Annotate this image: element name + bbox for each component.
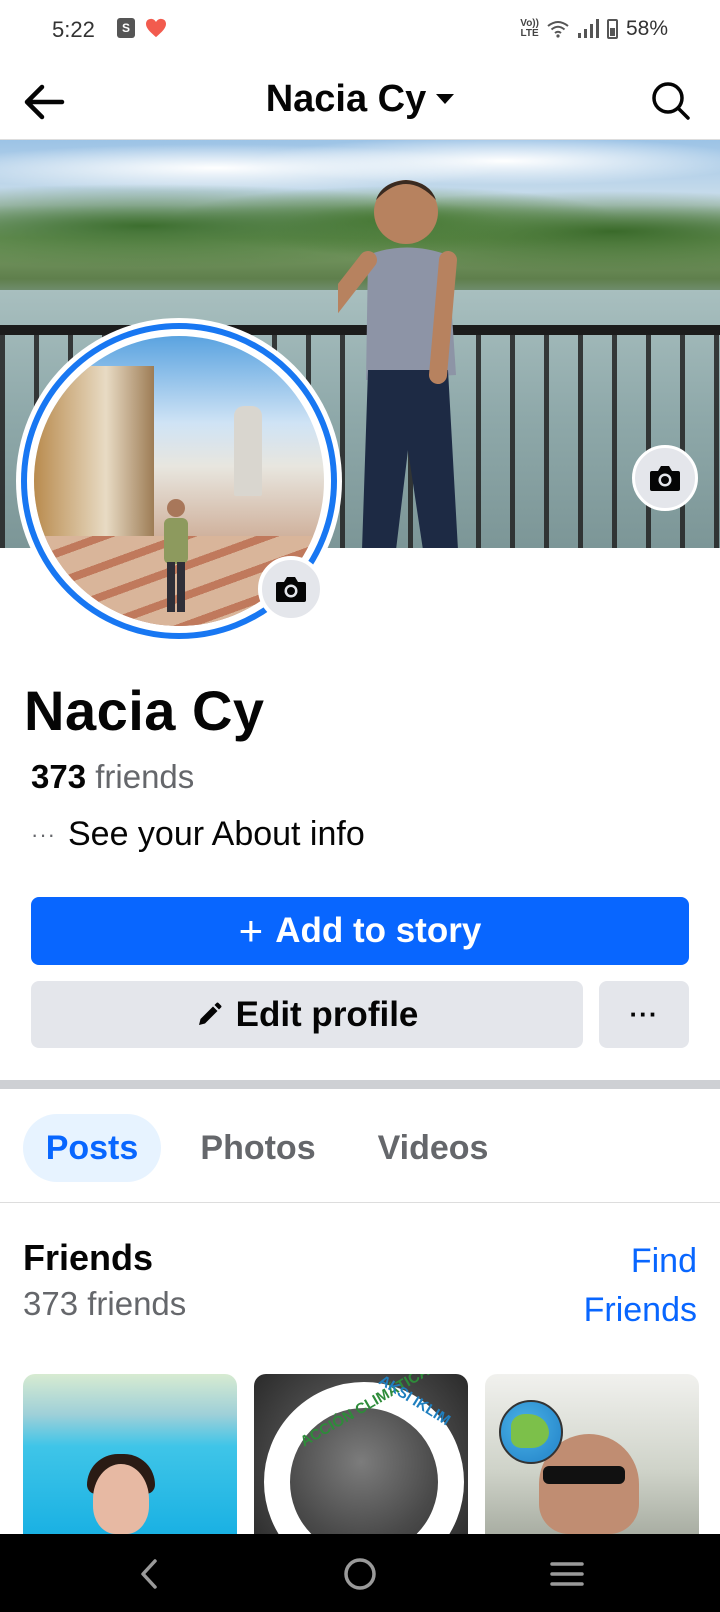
chevron-left-icon [141, 1559, 157, 1589]
edit-cover-photo-button[interactable] [632, 445, 698, 511]
search-icon[interactable] [650, 80, 692, 122]
wifi-icon [547, 21, 569, 38]
profile-name: Nacia Cy [24, 679, 265, 742]
tab-photos[interactable]: Photos [183, 1114, 333, 1182]
friends-count-number: 373 [31, 758, 87, 795]
heart-icon [146, 18, 166, 38]
system-back-button[interactable] [127, 1552, 171, 1596]
edit-profile-picture-button[interactable] [258, 556, 324, 622]
header-title: Nacia Cy [265, 78, 427, 120]
profile-tabs: Posts Photos Videos [0, 1089, 720, 1203]
plus-icon: + [238, 907, 264, 954]
more-options-button[interactable]: ··· [599, 981, 689, 1048]
friends-section-count: 373 friends [23, 1285, 187, 1322]
friends-count[interactable]: 373 friends [31, 758, 194, 796]
status-notification-icons: S [117, 18, 167, 38]
avatar-person-figure [164, 499, 188, 612]
ellipsis-icon: ··· [31, 821, 56, 847]
home-circle-icon [344, 1558, 376, 1590]
friends-count-word: friends [95, 758, 195, 795]
cover-person-figure [338, 180, 458, 548]
friends-section-title: Friends [23, 1237, 154, 1278]
battery-percent: 58% [625, 17, 668, 40]
menu-lines-icon [550, 1562, 584, 1586]
status-system-icons: Vo)) LTE 58% [520, 17, 668, 41]
earth-sticker-icon [499, 1400, 563, 1464]
battery-icon [606, 19, 618, 39]
system-home-button[interactable] [338, 1552, 382, 1596]
more-icon: ··· [629, 999, 659, 1029]
signal-icon [577, 19, 599, 38]
pencil-icon [198, 1002, 222, 1025]
system-recents-button[interactable] [545, 1552, 589, 1596]
status-time: 5:22 [52, 17, 95, 42]
sunglasses [543, 1466, 625, 1484]
tab-videos[interactable]: Videos [363, 1114, 503, 1182]
volte-icon: Vo)) LTE [520, 18, 539, 39]
shopping-bag-icon: S [117, 18, 135, 38]
top-nav-bar: Nacia Cy [0, 62, 720, 140]
camera-icon [650, 466, 680, 491]
section-divider [0, 1080, 720, 1089]
add-to-story-label: Add to story [275, 911, 482, 950]
system-navigation-bar [0, 1534, 720, 1612]
edit-profile-label: Edit profile [235, 994, 419, 1034]
edit-profile-button[interactable]: Edit profile [31, 981, 583, 1048]
camera-icon [276, 577, 306, 602]
about-info-label: See your About info [67, 815, 365, 853]
friend-thumbnail[interactable] [485, 1374, 699, 1534]
find-friends-link[interactable]: Find Friends [527, 1237, 697, 1335]
caret-down-icon [436, 93, 455, 104]
status-bar: 5:22 S Vo)) LTE 58% [0, 0, 720, 62]
profile-switcher-title[interactable]: Nacia Cy [0, 78, 720, 121]
tab-posts[interactable]: Posts [23, 1114, 161, 1182]
friend-thumbnail[interactable] [23, 1374, 237, 1534]
add-to-story-button[interactable]: + Add to story [31, 897, 689, 965]
see-about-info-link[interactable]: ··· See your About info [31, 815, 365, 854]
friend-thumbnail[interactable]: ACCIÓN CLIMÁTICA AKSI IKLIM [254, 1374, 468, 1534]
